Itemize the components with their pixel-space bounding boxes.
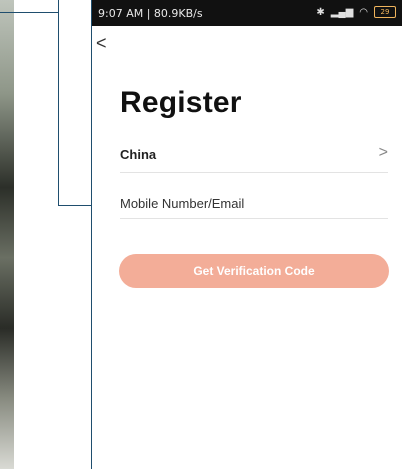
- status-bar: 9:07 AM | 80.9KB/s ✱ ▂▄▆ ◠ 29: [92, 0, 402, 26]
- annotation-line: [0, 12, 58, 13]
- chevron-left-icon: <: [96, 33, 107, 53]
- register-screen: < Register China > Get Verification Code: [92, 26, 402, 469]
- screenshot-stage: 9:07 AM | 80.9KB/s ✱ ▂▄▆ ◠ 29 < Register…: [0, 0, 402, 469]
- mobile-email-input[interactable]: [120, 188, 388, 219]
- background-photo: [0, 0, 14, 469]
- phone-screen: 9:07 AM | 80.9KB/s ✱ ▂▄▆ ◠ 29 < Register…: [92, 0, 402, 469]
- wifi-icon: ◠: [359, 6, 368, 18]
- status-time: 9:07 AM | 80.9KB/s: [98, 7, 203, 20]
- country-selector[interactable]: China >: [120, 142, 388, 173]
- status-icons: ✱ ▂▄▆ ◠ 29: [316, 6, 396, 18]
- bluetooth-icon: ✱: [316, 6, 325, 18]
- back-button[interactable]: <: [96, 32, 118, 54]
- country-value: China: [120, 147, 157, 162]
- page-title: Register: [120, 86, 242, 119]
- chevron-right-icon: >: [378, 144, 388, 161]
- battery-icon: 29: [374, 6, 396, 18]
- annotation-line: [58, 0, 59, 206]
- signal-icon: ▂▄▆: [330, 6, 354, 18]
- get-verification-code-button[interactable]: Get Verification Code: [119, 254, 389, 288]
